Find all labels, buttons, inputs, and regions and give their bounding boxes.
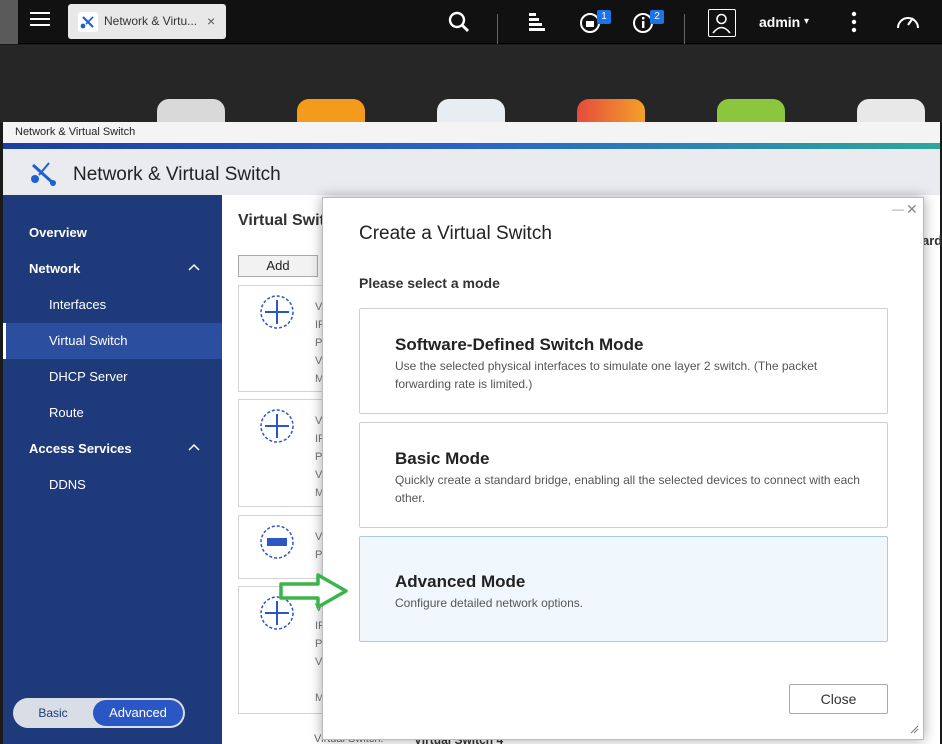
- main-menu-button[interactable]: [26, 8, 54, 34]
- background-tasks-icon[interactable]: [525, 9, 551, 35]
- create-virtual-switch-dialog: — ✕ Create a Virtual Switch Please selec…: [322, 197, 924, 740]
- virtual-switch-icon: [260, 295, 294, 329]
- sidebar-item-overview[interactable]: Overview: [3, 215, 222, 251]
- sidebar-item-dhcp-server[interactable]: DHCP Server: [3, 359, 222, 395]
- mode-card-description: Configure detailed network options.: [395, 596, 584, 610]
- info-badge: 2: [650, 10, 664, 24]
- sidebar-item-label: DDNS: [49, 477, 86, 492]
- sidebar-item-ddns[interactable]: DDNS: [3, 467, 222, 503]
- virtual-switch-icon: [260, 409, 294, 443]
- user-name[interactable]: admin: [759, 14, 800, 30]
- virtual-switch-card[interactable]: VIFPVM: [238, 285, 328, 392]
- mode-card-description: Quickly create a standard bridge, enabli…: [395, 473, 860, 505]
- right-fragment-label: ard: [922, 233, 942, 248]
- desktop-app-center[interactable]: [577, 99, 645, 123]
- sidebar-item-label: DHCP Server: [49, 369, 128, 384]
- app-header: Network & Virtual Switch: [3, 149, 940, 195]
- more-options-icon[interactable]: [841, 9, 867, 35]
- mode-card-advanced[interactable]: Advanced Mode Configure detailed network…: [359, 536, 888, 642]
- network-switch-icon: [31, 162, 56, 186]
- sidebar-item-label: Route: [49, 405, 84, 420]
- desktop-app-settings[interactable]: [157, 99, 225, 123]
- sidebar-item-interfaces[interactable]: Interfaces: [3, 287, 222, 323]
- window-title: Network & Virtual Switch: [15, 126, 136, 138]
- notification-badge: 1: [597, 10, 611, 24]
- mode-card-title: Advanced Mode: [395, 572, 526, 591]
- mode-card-title: Software-Defined Switch Mode: [395, 335, 644, 354]
- desktop-app-storage[interactable]: [437, 99, 505, 123]
- sidebar-item-label: Access Services: [29, 441, 132, 456]
- sidebar-item-network[interactable]: Network: [3, 251, 222, 287]
- app-tab-network-virtual-switch[interactable]: Network & Virtu... ×: [68, 4, 226, 39]
- sidebar-item-virtual-switch[interactable]: Virtual Switch: [3, 323, 222, 359]
- mode-card-software-defined[interactable]: Software-Defined Switch Mode Use the sel…: [359, 308, 888, 414]
- search-icon[interactable]: [446, 9, 472, 35]
- mode-card-basic[interactable]: Basic Mode Quickly create a standard bri…: [359, 422, 888, 528]
- chevron-up-icon[interactable]: [187, 260, 201, 274]
- sidebar-item-label: Interfaces: [49, 297, 107, 312]
- top-bar: Network & Virtu... × 1 2 admin ▾: [0, 0, 942, 44]
- desktop-area: [0, 45, 942, 123]
- resize-grip-icon[interactable]: [909, 724, 919, 734]
- mode-basic-button[interactable]: Basic: [13, 698, 93, 728]
- minimize-icon[interactable]: —: [892, 202, 904, 216]
- sidebar-item-label: Virtual Switch: [49, 333, 128, 348]
- toolbar-separator: [684, 14, 685, 44]
- network-switch-icon: [78, 12, 98, 32]
- virtual-switch-card[interactable]: VP: [238, 515, 328, 579]
- dialog-subtitle: Please select a mode: [359, 275, 500, 291]
- sidebar-item-access-services[interactable]: Access Services: [3, 431, 222, 467]
- green-arrow-icon: [279, 573, 348, 609]
- app-tab-label: Network & Virtu...: [104, 14, 198, 28]
- left-strip: [0, 0, 18, 44]
- mode-toggle: Basic Advanced: [13, 698, 185, 728]
- add-button[interactable]: Add: [238, 255, 318, 277]
- sdn-switch-icon: [260, 525, 294, 559]
- close-button[interactable]: Close: [789, 684, 888, 714]
- sidebar-item-label: Overview: [29, 225, 87, 240]
- chevron-up-icon[interactable]: [187, 440, 201, 454]
- virtual-switch-card[interactable]: VIFPVM: [238, 399, 328, 507]
- mode-card-description: Use the selected physical interfaces to …: [395, 359, 818, 391]
- toolbar-separator: [497, 14, 498, 44]
- chevron-down-icon[interactable]: ▾: [804, 16, 809, 27]
- page-title: Virtual Swit: [238, 212, 325, 229]
- sidebar-item-label: Network: [29, 261, 81, 276]
- dashboard-gauge-icon[interactable]: [895, 9, 921, 35]
- sidebar-item-route[interactable]: Route: [3, 395, 222, 431]
- app-title: Network & Virtual Switch: [73, 164, 281, 185]
- sidebar: Overview Network Interfaces Virtual Swit…: [3, 195, 222, 744]
- close-icon[interactable]: ×: [207, 13, 215, 29]
- close-icon[interactable]: ✕: [906, 201, 918, 218]
- window-titlebar[interactable]: Network & Virtual Switch: [3, 122, 940, 143]
- user-avatar-icon[interactable]: [708, 9, 736, 37]
- mode-advanced-button[interactable]: Advanced: [93, 700, 183, 726]
- desktop-app-file-station[interactable]: [297, 99, 365, 123]
- dialog-title: Create a Virtual Switch: [359, 223, 552, 244]
- desktop-app-hdmi[interactable]: [857, 99, 925, 123]
- desktop-app-help[interactable]: [717, 99, 785, 123]
- mode-card-title: Basic Mode: [395, 449, 490, 468]
